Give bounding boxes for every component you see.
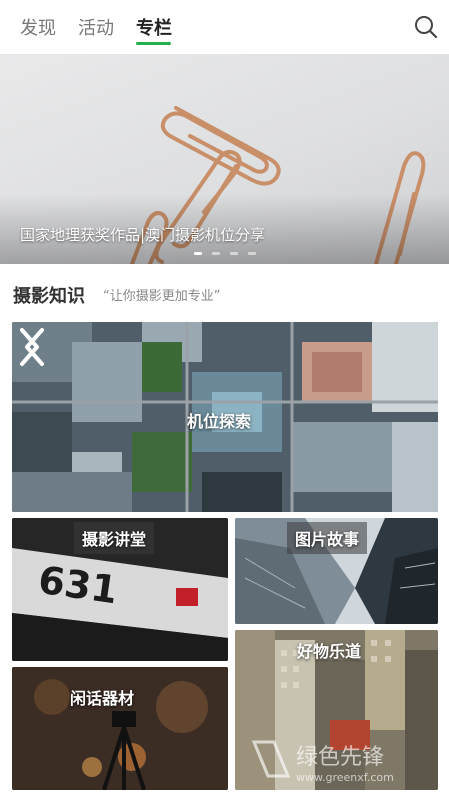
section-title: 摄影知识 (13, 286, 85, 307)
watermark-url: www.greenxf.com (296, 771, 394, 784)
tab-columns[interactable]: 专栏 (136, 14, 172, 40)
card-label: 摄影讲堂 (74, 522, 155, 554)
card-photo-story[interactable]: 图片故事 (235, 518, 438, 624)
top-nav: 发现 活动 专栏 (0, 0, 449, 54)
card-label: 机位探索 (187, 412, 252, 431)
banner-carousel[interactable]: 国家地理获奖作品|澳门摄影机位分享 (0, 54, 449, 264)
watermark-text: 绿色先锋 (296, 745, 384, 770)
tab-activities[interactable]: 活动 (78, 14, 114, 40)
carousel-dot (194, 252, 202, 255)
carousel-dot (212, 252, 220, 255)
carousel-indicator (194, 252, 256, 255)
card-viewpoint-explore[interactable]: 机位探索 (12, 322, 438, 512)
section-subtitle: “让你摄影更加专业” (103, 289, 221, 304)
carousel-dot (230, 252, 238, 255)
watermark-logo: 绿色先锋 www.greenxf.com (251, 740, 394, 784)
search-button[interactable] (413, 14, 439, 40)
search-icon (415, 16, 438, 39)
carousel-dot (248, 252, 256, 255)
card-label: 闲话器材 (70, 689, 135, 708)
card-label: 图片故事 (287, 522, 368, 554)
card-photo-lecture[interactable]: 631 摄影讲堂 (12, 518, 228, 661)
chevron-right-icon[interactable] (12, 322, 46, 372)
tab-discover[interactable]: 发现 (20, 14, 56, 40)
card-gear-talk[interactable]: 闲话器材 (12, 667, 228, 790)
card-label: 好物乐道 (297, 642, 362, 661)
banner-caption: 国家地理获奖作品|澳门摄影机位分享 (20, 226, 266, 244)
active-tab-indicator (136, 42, 171, 45)
